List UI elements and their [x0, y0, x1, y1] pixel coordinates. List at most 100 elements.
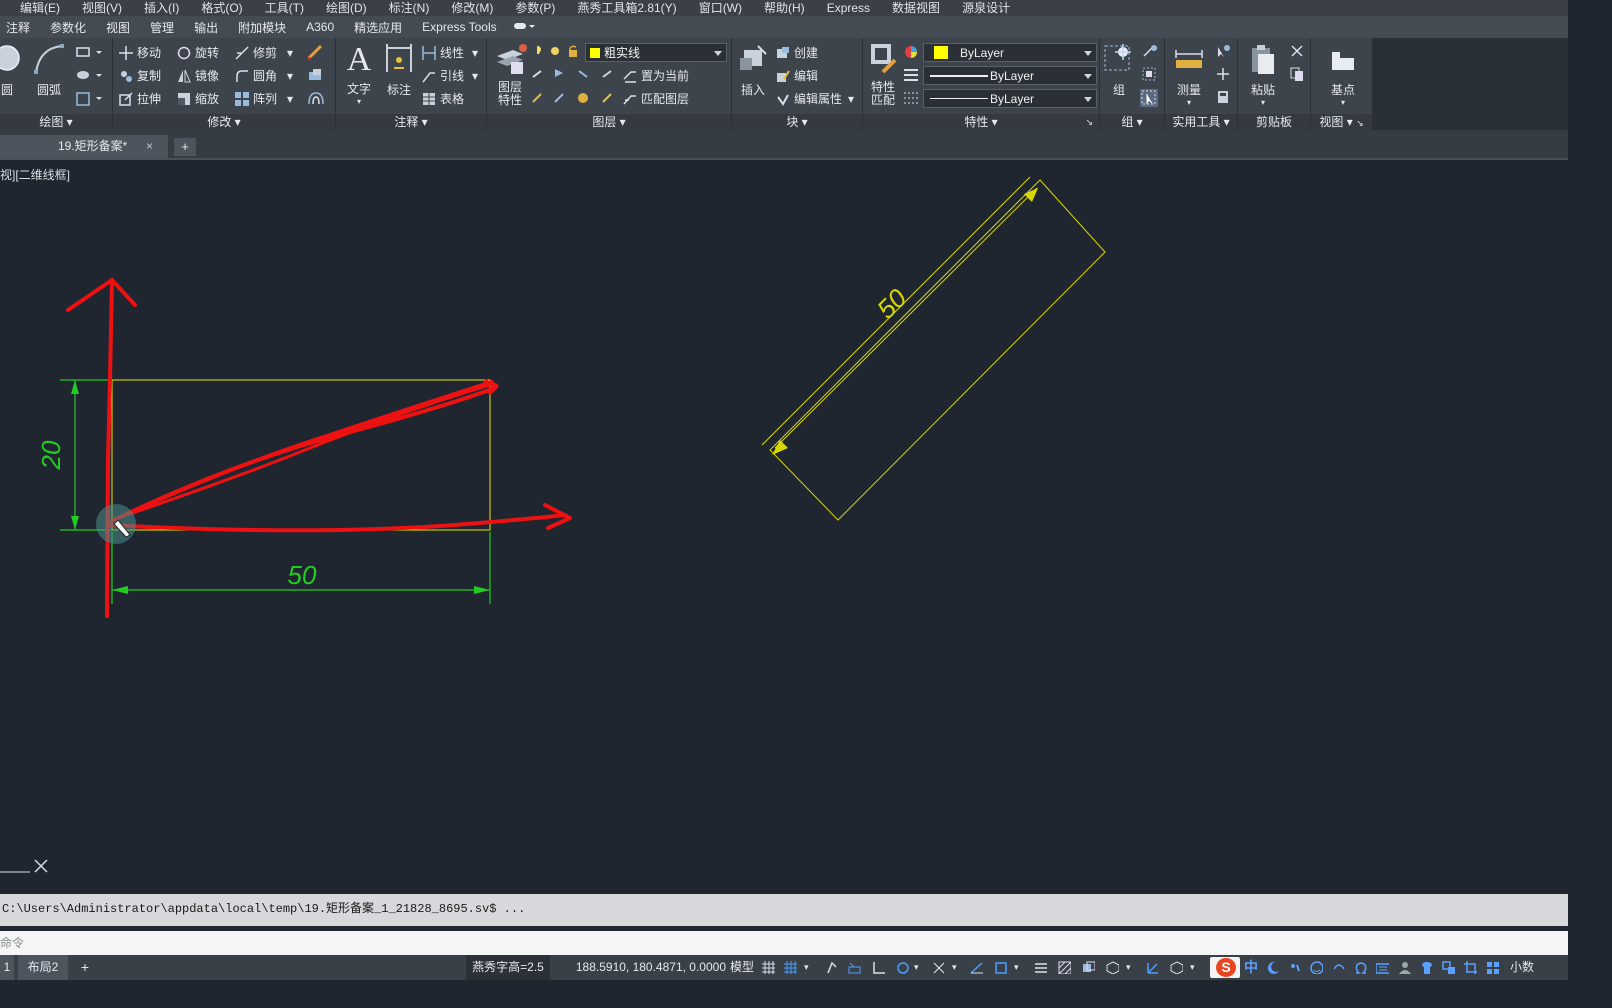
insert-button[interactable]: 插入	[734, 42, 772, 98]
snap-dropdown[interactable]: ▾	[804, 955, 809, 980]
add-layout-button[interactable]: +	[74, 955, 96, 980]
sogou-ime-logo-icon[interactable]: S	[1216, 958, 1236, 977]
view-panel-title[interactable]: 视图 ▾ ↘	[1311, 114, 1372, 130]
drawing-canvas[interactable]: 视][二维线框] 20 50 50	[0, 160, 1568, 892]
snap-icon[interactable]	[784, 961, 797, 974]
dynamic-input-icon[interactable]	[848, 961, 861, 974]
offset-tool[interactable]	[307, 90, 325, 106]
group-button[interactable]: 组	[1102, 42, 1136, 98]
rotated-rectangle-entity[interactable]	[769, 179, 1106, 521]
model-space-button[interactable]: 模型	[730, 955, 756, 980]
ribbon-tab-featured-apps[interactable]: 精选应用	[344, 19, 412, 36]
dimension-button[interactable]: 标注	[382, 42, 416, 98]
annotation-panel-title[interactable]: 注释 ▾	[336, 114, 486, 130]
match-properties-button[interactable]: 特性 匹配	[865, 42, 901, 107]
rectangle-tool[interactable]	[76, 46, 104, 58]
ime-chinese-mode[interactable]: 中	[1244, 955, 1258, 980]
3d-snap-dropdown[interactable]: ▾	[1126, 955, 1131, 980]
match-layer-tool[interactable]: 匹配图层	[623, 90, 689, 107]
menu-item-10[interactable]: 窗口(W)	[688, 1, 753, 15]
mirror-tool[interactable]: 镜像	[177, 67, 219, 84]
ribbon-tab-addins[interactable]: 附加模块	[228, 19, 296, 36]
ribbon-tab-parametric[interactable]: 参数化	[40, 19, 96, 36]
menu-item-2[interactable]: 插入(I)	[133, 1, 190, 15]
menu-item-5[interactable]: 绘图(D)	[315, 1, 378, 15]
grid-icon[interactable]	[762, 961, 775, 974]
ortho-icon[interactable]	[872, 961, 885, 974]
arc-button[interactable]: 圆弧	[32, 42, 66, 98]
boundary-tool[interactable]	[76, 92, 104, 106]
ime-voice-icon[interactable]	[1332, 961, 1345, 974]
menu-item-12[interactable]: Express	[816, 1, 881, 15]
group-edit-tool[interactable]	[1142, 67, 1158, 81]
color-wheel-tool[interactable]	[903, 44, 919, 60]
vertical-dimension[interactable]: 20	[36, 379, 112, 531]
ribbon-tab-manage[interactable]: 管理	[140, 19, 184, 36]
layer-dropdown[interactable]: 粗实线	[585, 43, 727, 62]
dynamic-ucs-icon[interactable]	[1146, 961, 1159, 974]
array-tool[interactable]: 阵列 ▾	[235, 90, 293, 107]
explode-tool[interactable]	[307, 67, 325, 83]
ribbon-tab-view[interactable]: 视图	[96, 19, 140, 36]
layout-tab-1[interactable]: 1	[0, 955, 14, 980]
paste-button[interactable]: 粘贴 ▾	[1244, 42, 1282, 107]
cut-tool[interactable]	[1290, 44, 1304, 58]
ribbon-tab-annotate[interactable]: 注释	[0, 19, 40, 36]
menu-item-3[interactable]: 格式(O)	[190, 1, 253, 15]
ime-emoji-icon[interactable]	[1310, 961, 1323, 974]
filter-dropdown[interactable]: ▾	[1190, 955, 1195, 980]
group-selection-tool[interactable]	[1140, 89, 1158, 107]
ribbon-tab-a360[interactable]: A360	[296, 20, 344, 34]
ime-grid-icon[interactable]	[1486, 961, 1499, 974]
menu-item-13[interactable]: 数据视图	[881, 1, 951, 15]
ime-moon-icon[interactable]	[1266, 961, 1279, 974]
infer-constraints-icon[interactable]	[826, 961, 839, 974]
id-point-tool[interactable]	[1215, 67, 1231, 81]
modify-panel-title[interactable]: 修改 ▾	[113, 114, 335, 130]
layer-state-icons[interactable]	[533, 44, 585, 58]
calculator-tool[interactable]	[1215, 90, 1231, 104]
isodraft-icon[interactable]	[932, 961, 945, 974]
menu-item-8[interactable]: 参数(P)	[504, 1, 566, 15]
menu-item-1[interactable]: 视图(V)	[71, 1, 133, 15]
clipboard-panel-title[interactable]: 剪贴板	[1238, 114, 1310, 130]
object-snap-icon[interactable]	[994, 961, 1007, 974]
basepoint-button[interactable]: 基点 ▾	[1323, 42, 1363, 107]
text-height-indicator[interactable]: 燕秀字高=2.5	[466, 955, 550, 980]
ime-omega-icon[interactable]	[1354, 961, 1367, 974]
linetype-dropdown[interactable]: ByLayer	[923, 66, 1097, 85]
document-tab[interactable]: 19.矩形备案* ×	[0, 135, 168, 158]
erase-tool[interactable]	[307, 44, 325, 60]
ribbon-tab-express-tools[interactable]: Express Tools	[412, 20, 506, 34]
create-block-tool[interactable]: 创建	[776, 44, 818, 61]
hatch-tool[interactable]	[76, 69, 104, 81]
rotate-tool[interactable]: 旋转	[177, 44, 219, 61]
text-button[interactable]: A 文字 ▾	[342, 42, 376, 107]
object-snap-tracking-icon[interactable]	[970, 961, 983, 974]
scale-tool[interactable]: 缩放	[177, 90, 219, 107]
edit-attributes-tool[interactable]: 编辑属性 ▾	[776, 90, 854, 107]
isodraft-dropdown[interactable]: ▾	[952, 955, 957, 980]
trim-tool[interactable]: 修剪 ▾	[235, 44, 293, 61]
horizontal-dimension[interactable]: 50	[111, 532, 491, 604]
ime-crop-icon[interactable]	[1464, 961, 1477, 974]
copy-tool[interactable]: 复制	[119, 67, 161, 84]
ime-punctuation-icon[interactable]	[1288, 961, 1301, 974]
draw-panel-title[interactable]: 绘图 ▾	[0, 114, 112, 130]
rotated-rectangle-group[interactable]: 50	[761, 176, 1106, 521]
selection-filter-icon[interactable]	[1170, 961, 1183, 974]
lineweight-dropdown[interactable]: ByLayer	[923, 89, 1097, 108]
ime-tools-icon[interactable]	[1442, 961, 1455, 974]
polar-dropdown[interactable]: ▾	[914, 955, 919, 980]
table-tool[interactable]: 表格	[422, 90, 464, 107]
layer-properties-button[interactable]: 图层 特性	[491, 42, 529, 107]
layers-panel-title[interactable]: 图层 ▾	[487, 114, 731, 130]
stretch-tool[interactable]: 拉伸	[119, 90, 161, 107]
3d-object-snap-icon[interactable]	[1106, 961, 1119, 974]
ungroup-tool[interactable]	[1142, 44, 1158, 58]
leader-tool[interactable]: 引线 ▾	[422, 67, 478, 84]
edit-block-tool[interactable]: 编辑	[776, 67, 818, 84]
ime-user-icon[interactable]	[1398, 961, 1411, 974]
menu-item-0[interactable]: 编辑(E)	[0, 1, 71, 15]
quick-select-tool[interactable]	[1215, 44, 1231, 58]
